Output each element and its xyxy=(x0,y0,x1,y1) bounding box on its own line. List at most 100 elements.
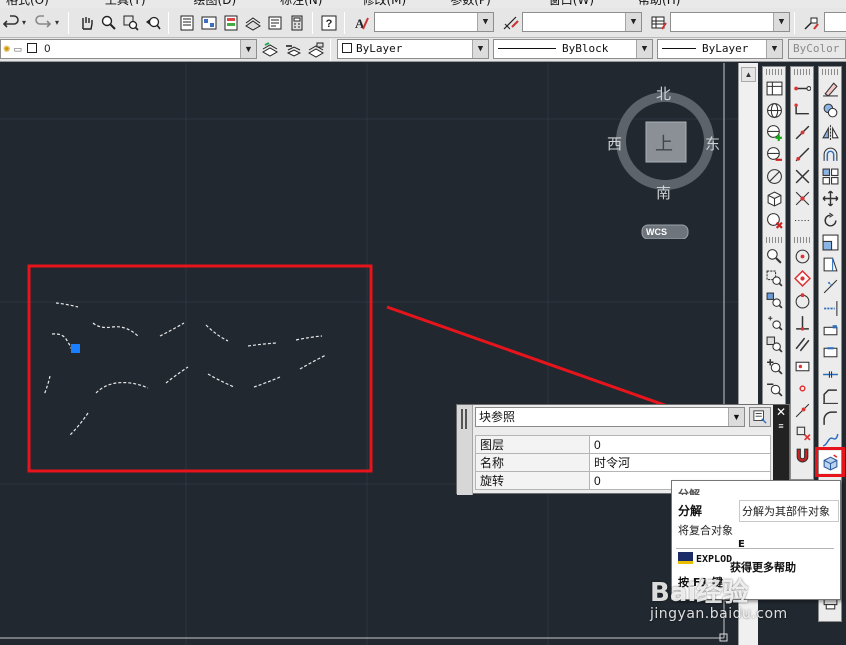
color-select[interactable]: ByLayer ▼ xyxy=(337,39,489,59)
circle-center-icon[interactable] xyxy=(791,245,813,267)
layer-state-icon[interactable] xyxy=(305,39,326,60)
snap-none-icon[interactable] xyxy=(791,421,813,443)
snap-parallel-icon[interactable] xyxy=(791,333,813,355)
compass-south[interactable]: 南 xyxy=(656,182,671,203)
zoom-realtime-icon[interactable] xyxy=(98,12,119,33)
delete-view-icon[interactable] xyxy=(763,209,785,231)
zoom-scale-icon[interactable] xyxy=(763,289,785,311)
intersection-icon[interactable] xyxy=(791,187,813,209)
snap-settings-icon[interactable] xyxy=(791,443,813,465)
menu-draw[interactable]: 绘图(D) xyxy=(160,0,251,8)
lineweight-select[interactable]: ByLayer ▼ xyxy=(657,39,783,59)
drawing-canvas[interactable]: 北 南 西 东 上 WCS xyxy=(0,63,738,645)
calculator-icon[interactable] xyxy=(286,12,307,33)
zoom-previous-icon[interactable] xyxy=(142,12,163,33)
chamfer-icon[interactable] xyxy=(819,385,841,407)
block-grip[interactable] xyxy=(71,344,80,353)
dimension-style-select[interactable]: ▼ xyxy=(522,12,642,32)
undo-dropdown-icon[interactable]: ▾ xyxy=(19,12,29,33)
cross-icon[interactable] xyxy=(791,165,813,187)
menu-window[interactable]: 窗口(W) xyxy=(505,0,608,8)
table-style-icon[interactable] xyxy=(648,12,669,33)
make-object-layer-current-icon[interactable] xyxy=(259,39,280,60)
scale-icon[interactable] xyxy=(819,231,841,253)
explode-icon[interactable] xyxy=(815,447,845,477)
menu-tools[interactable]: 工具(T) xyxy=(63,0,160,8)
globe-icon[interactable] xyxy=(763,99,785,121)
design-center-icon[interactable] xyxy=(198,12,219,33)
menu-modify[interactable]: 修改(M) xyxy=(336,0,420,8)
text-style-select[interactable]: ▼ xyxy=(374,12,494,32)
rotate-icon[interactable] xyxy=(819,209,841,231)
properties-icon[interactable] xyxy=(176,12,197,33)
tool-palettes-icon[interactable] xyxy=(220,12,241,33)
break-at-point-icon[interactable] xyxy=(819,319,841,341)
viewcube[interactable]: 北 南 西 东 上 WCS xyxy=(600,75,730,239)
compass-east[interactable]: 东 xyxy=(705,133,720,154)
table-row[interactable]: 名称 时令河 xyxy=(475,453,771,472)
zoom-object-icon[interactable] xyxy=(763,333,785,355)
compass-west[interactable]: 西 xyxy=(607,133,622,154)
redo-dropdown-icon[interactable]: ▾ xyxy=(52,12,62,33)
blend-curves-icon[interactable] xyxy=(819,429,841,451)
text-style-icon[interactable]: A xyxy=(350,12,371,33)
menu-dimension[interactable]: 标注(N) xyxy=(250,0,336,8)
menu-format[interactable]: 格式(O) xyxy=(0,0,63,8)
snap-insert-icon[interactable] xyxy=(791,355,813,377)
mirror-icon[interactable] xyxy=(819,121,841,143)
array-icon[interactable] xyxy=(819,165,841,187)
menu-parametric[interactable]: 参数(P) xyxy=(420,0,505,8)
panel-drag-handle[interactable] xyxy=(457,405,473,495)
zoom-center-icon[interactable] xyxy=(763,311,785,333)
scroll-up-icon[interactable]: ▲ xyxy=(741,67,756,82)
wcs-menu[interactable]: WCS xyxy=(646,227,667,237)
linetype-select[interactable]: ByBlock ▼ xyxy=(493,39,653,59)
move-icon[interactable] xyxy=(819,187,841,209)
multileader-style-icon[interactable] xyxy=(800,12,821,33)
quick-select-icon[interactable] xyxy=(749,407,771,427)
copy-icon[interactable] xyxy=(819,99,841,121)
sphere-icon[interactable] xyxy=(763,165,785,187)
menu-help[interactable]: 帮助(H) xyxy=(608,0,694,8)
zoom-window-icon[interactable] xyxy=(763,245,785,267)
globe-remove-icon[interactable] xyxy=(763,143,785,165)
redo-icon[interactable] xyxy=(32,12,53,33)
line-icon[interactable] xyxy=(791,77,813,99)
break-icon[interactable] xyxy=(819,341,841,363)
offset-icon[interactable] xyxy=(819,143,841,165)
dimension-style-icon[interactable] xyxy=(500,12,521,33)
table-style-select[interactable]: ▼ xyxy=(670,12,790,32)
globe-add-icon[interactable] xyxy=(763,121,785,143)
snap-perpendicular-icon[interactable] xyxy=(791,311,813,333)
ray-icon[interactable] xyxy=(791,143,813,165)
sheet-set-icon[interactable] xyxy=(242,12,263,33)
zoom-dynamic-icon[interactable] xyxy=(763,267,785,289)
undo-icon[interactable] xyxy=(0,12,21,33)
property-value[interactable]: 时令河 xyxy=(589,453,771,472)
polyline-icon[interactable] xyxy=(791,99,813,121)
zoom-in-icon[interactable] xyxy=(763,355,785,377)
zoom-window-icon[interactable] xyxy=(120,12,141,33)
fillet-icon[interactable] xyxy=(819,407,841,429)
multileader-style-select[interactable] xyxy=(824,12,846,32)
table-row[interactable]: 图层 0 xyxy=(475,435,771,454)
extend-icon[interactable] xyxy=(819,297,841,319)
snap-tangent-icon[interactable] xyxy=(791,267,813,289)
object-type-select[interactable]: 块参照 ▼ xyxy=(475,407,745,427)
box-3d-icon[interactable] xyxy=(763,187,785,209)
property-value[interactable]: 0 xyxy=(589,435,771,454)
viewcube-face-top[interactable]: 上 xyxy=(655,130,673,156)
snap-nearest-icon[interactable] xyxy=(791,399,813,421)
join-icon[interactable] xyxy=(819,363,841,385)
erase-icon[interactable] xyxy=(819,77,841,99)
named-views-icon[interactable] xyxy=(763,77,785,99)
help-icon[interactable]: ? xyxy=(318,12,339,33)
trim-icon[interactable] xyxy=(819,275,841,297)
dotted-line-icon[interactable] xyxy=(791,209,813,231)
snap-quadrant-icon[interactable] xyxy=(791,289,813,311)
zoom-out-icon[interactable] xyxy=(763,377,785,399)
stretch-icon[interactable] xyxy=(819,253,841,275)
pan-icon[interactable] xyxy=(76,12,97,33)
layer-select[interactable]: ✺ ▭ 0 ▼ xyxy=(0,39,257,59)
construction-line-icon[interactable] xyxy=(791,121,813,143)
